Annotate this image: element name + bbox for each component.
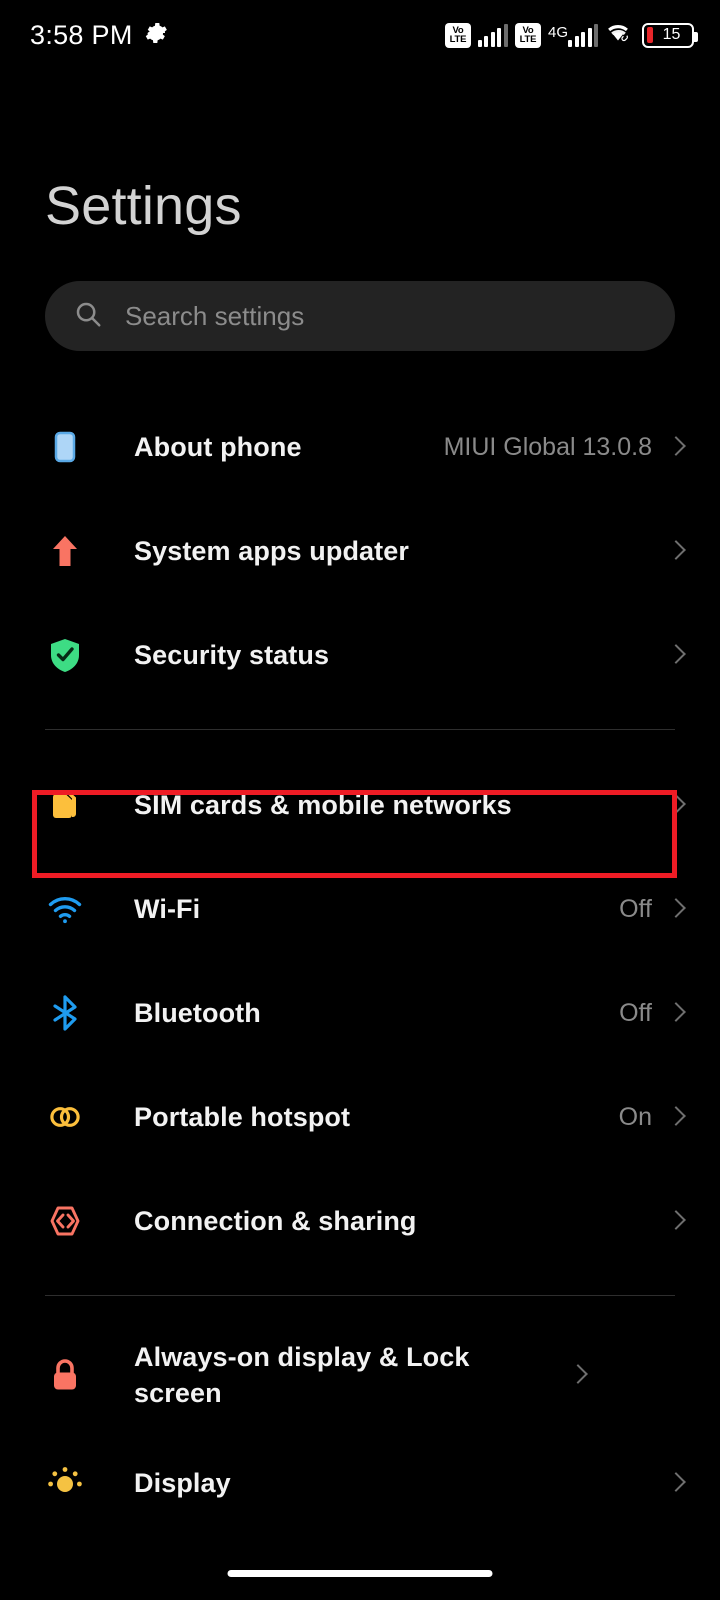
list-item-label: Portable hotspot xyxy=(134,1101,351,1132)
signal-bars-sim1 xyxy=(477,23,508,47)
chevron-right-icon xyxy=(668,1471,682,1496)
list-item-label: Security status xyxy=(134,639,330,670)
list-item-label: System apps updater xyxy=(134,535,409,566)
chevron-right-icon xyxy=(668,1105,682,1130)
list-item-system-apps-updater[interactable]: System apps updater xyxy=(0,499,720,603)
arrow-up-icon xyxy=(45,531,97,571)
status-bar-right: Vo LTE Vo LTE 4G 15 xyxy=(444,20,698,50)
list-item-display[interactable]: Display xyxy=(0,1431,720,1535)
list-item-sim-cards-mobile-networks[interactable]: SIM cards & mobile networks xyxy=(0,753,720,857)
network-type-label: 4G xyxy=(547,24,568,41)
list-item-value: MIUI Global 13.0.8 xyxy=(443,432,652,461)
shield-check-icon xyxy=(45,635,97,675)
bluetooth-icon xyxy=(45,993,97,1033)
list-item-wifi[interactable]: Wi-Fi Off xyxy=(0,857,720,961)
clock: 3:58 PM xyxy=(30,19,133,50)
list-item-label: Wi-Fi xyxy=(134,893,201,924)
list-item-connection-sharing[interactable]: Connection & sharing xyxy=(0,1169,720,1273)
search-input[interactable]: Search settings xyxy=(45,281,675,351)
list-item-label: Display xyxy=(134,1467,231,1498)
sim-cards-icon xyxy=(45,785,97,825)
volte-bottom-text-2: LTE xyxy=(519,34,537,45)
status-bar: 3:58 PM Vo LTE Vo LTE 4G 15 xyxy=(0,0,720,70)
list-item-label: About phone xyxy=(134,431,302,462)
volte-badge-sim2: Vo LTE xyxy=(514,22,541,48)
display-group: Always-on display & Lock screen Display xyxy=(0,1319,720,1535)
list-item-label: Bluetooth xyxy=(134,997,261,1028)
lock-icon xyxy=(45,1355,97,1395)
hotspot-icon xyxy=(45,1097,97,1137)
chevron-right-icon xyxy=(668,1001,682,1026)
chevron-right-icon xyxy=(668,897,682,922)
settings-screen: 3:58 PM Vo LTE Vo LTE 4G 15 Settings Sea… xyxy=(0,0,720,1600)
system-group: About phone MIUI Global 13.0.8 System ap… xyxy=(0,395,720,707)
list-item-label: Always-on display & Lock screen xyxy=(134,1341,470,1408)
chevron-right-icon xyxy=(668,793,682,818)
list-item-bluetooth[interactable]: Bluetooth Off xyxy=(0,961,720,1065)
home-indicator[interactable] xyxy=(227,1570,493,1577)
list-item-portable-hotspot[interactable]: Portable hotspot On xyxy=(0,1065,720,1169)
battery-fill xyxy=(646,27,653,43)
section-divider-2 xyxy=(45,1295,675,1296)
volte-badge-sim1: Vo LTE xyxy=(444,22,471,48)
wifi-icon xyxy=(45,889,97,929)
list-item-label: SIM cards & mobile networks xyxy=(134,789,512,820)
connection-share-icon xyxy=(45,1201,97,1241)
signal-bars-sim2 xyxy=(568,23,598,47)
list-item-value: Off xyxy=(619,894,652,923)
phone-icon xyxy=(45,427,97,467)
chevron-right-icon xyxy=(570,1363,584,1388)
chevron-right-icon xyxy=(668,1209,682,1234)
connectivity-group: SIM cards & mobile networks Wi-Fi Off Bl… xyxy=(0,753,720,1273)
chevron-right-icon xyxy=(668,435,682,460)
list-item-security-status[interactable]: Security status xyxy=(0,603,720,707)
sun-icon xyxy=(45,1463,97,1503)
settings-list: About phone MIUI Global 13.0.8 System ap… xyxy=(0,395,720,1535)
list-item-value: On xyxy=(618,1102,652,1131)
page-title: Settings xyxy=(45,176,242,236)
volte-bottom-text: LTE xyxy=(449,34,467,45)
chevron-right-icon xyxy=(668,643,682,668)
section-divider-1 xyxy=(45,729,675,730)
signal-group-sim2: 4G xyxy=(548,23,598,47)
search-icon xyxy=(73,299,103,334)
chevron-right-icon xyxy=(668,539,682,564)
gear-icon xyxy=(144,21,168,50)
list-item-always-on-display-lock-screen[interactable]: Always-on display & Lock screen xyxy=(0,1319,720,1431)
list-item-about-phone[interactable]: About phone MIUI Global 13.0.8 xyxy=(0,395,720,499)
status-bar-left: 3:58 PM xyxy=(30,20,168,51)
battery-percent: 15 xyxy=(662,26,681,43)
search-placeholder: Search settings xyxy=(125,300,305,331)
list-item-value: Off xyxy=(619,998,652,1027)
wifi-link-icon xyxy=(605,20,635,50)
list-item-label: Connection & sharing xyxy=(134,1205,417,1236)
battery-icon: 15 xyxy=(642,22,698,48)
